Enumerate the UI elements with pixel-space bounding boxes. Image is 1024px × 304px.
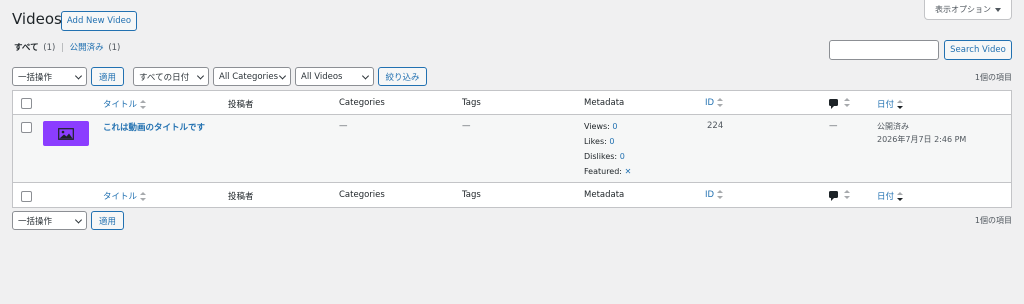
meta-likes-label: Likes: bbox=[584, 137, 607, 146]
chevron-down-icon bbox=[74, 71, 83, 80]
row-comments: — bbox=[829, 121, 838, 131]
search-input[interactable] bbox=[829, 40, 939, 60]
chevron-down-icon bbox=[74, 215, 83, 224]
page-title: Videos bbox=[12, 10, 62, 28]
table-row: これは動画のタイトルです — — Views: 0 Likes: 0 Disli… bbox=[13, 115, 1011, 183]
row-checkbox[interactable] bbox=[21, 122, 32, 133]
column-date-footer[interactable]: 日付 bbox=[877, 190, 904, 202]
apply-button-top[interactable]: 適用 bbox=[91, 67, 124, 86]
row-categories: — bbox=[339, 121, 348, 131]
videos-table: タイトル 投稿者 Categories Tags Metadata ID 日付 … bbox=[12, 90, 1012, 208]
meta-views-value: 0 bbox=[612, 122, 618, 131]
date-filter-value: すべての日付 bbox=[139, 72, 190, 83]
caret-down-icon bbox=[995, 7, 1001, 12]
column-metadata-header: Metadata bbox=[584, 98, 625, 108]
column-id-header[interactable]: ID bbox=[705, 98, 724, 108]
table-footer: タイトル 投稿者 Categories Tags Metadata ID 日付 bbox=[13, 184, 1011, 208]
row-status: 公開済み bbox=[877, 122, 909, 131]
video-filter-select[interactable]: All Videos bbox=[295, 67, 374, 86]
column-categories-footer: Categories bbox=[339, 190, 385, 200]
column-title-label[interactable]: タイトル bbox=[103, 192, 137, 202]
column-title-footer[interactable]: タイトル bbox=[103, 190, 147, 202]
sort-icon bbox=[897, 100, 904, 109]
sort-icon bbox=[844, 98, 850, 107]
chevron-down-icon bbox=[361, 71, 370, 80]
meta-views-label: Views: bbox=[584, 122, 610, 131]
category-filter-select[interactable]: All Categories bbox=[213, 67, 291, 86]
sort-icon bbox=[140, 100, 147, 109]
bulk-action-value: 一括操作 bbox=[18, 72, 53, 83]
chevron-down-icon bbox=[278, 71, 287, 80]
meta-featured-label: Featured: bbox=[584, 167, 623, 176]
row-date: 2026年7月7日 2:46 PM bbox=[877, 135, 967, 144]
column-tags-header: Tags bbox=[462, 98, 481, 108]
column-date-label[interactable]: 日付 bbox=[877, 192, 894, 202]
item-count-top: 1個の項目 bbox=[974, 73, 1012, 82]
meta-views: Views: 0 bbox=[584, 122, 618, 131]
row-tags: — bbox=[462, 121, 471, 131]
filter-button[interactable]: 絞り込み bbox=[378, 67, 427, 86]
bulk-action-select-bottom[interactable]: 一括操作 bbox=[12, 211, 87, 230]
filter-published-count: (1) bbox=[108, 43, 121, 53]
video-title-link[interactable]: これは動画のタイトルです bbox=[103, 121, 205, 133]
category-filter-value: All Categories bbox=[219, 71, 279, 82]
column-author-header: 投稿者 bbox=[228, 100, 254, 110]
filter-all[interactable]: すべて bbox=[14, 43, 39, 53]
status-filters: すべて (1) | 公開済み (1) bbox=[14, 41, 120, 53]
image-icon bbox=[58, 127, 74, 140]
column-author-footer: 投稿者 bbox=[228, 192, 254, 202]
date-filter-select[interactable]: すべての日付 bbox=[133, 67, 209, 86]
column-title-header[interactable]: タイトル bbox=[103, 98, 147, 110]
sort-icon bbox=[717, 190, 724, 199]
bulk-action-select-top[interactable]: 一括操作 bbox=[12, 67, 87, 86]
apply-button-bottom[interactable]: 適用 bbox=[91, 211, 124, 230]
filter-all-count: (1) bbox=[43, 43, 56, 53]
item-count-bottom: 1個の項目 bbox=[974, 216, 1012, 225]
select-all-checkbox-bottom[interactable] bbox=[21, 191, 32, 202]
meta-likes: Likes: 0 bbox=[584, 137, 614, 146]
filter-published[interactable]: 公開済み bbox=[70, 43, 104, 53]
video-thumbnail[interactable] bbox=[43, 121, 89, 146]
meta-dislikes-label: Dislikes: bbox=[584, 152, 618, 161]
meta-featured: Featured: ✕ bbox=[584, 167, 631, 176]
sort-icon bbox=[844, 190, 850, 199]
column-id-label[interactable]: ID bbox=[705, 190, 714, 200]
screen-options-label: 表示オプション bbox=[935, 5, 991, 14]
column-date-header[interactable]: 日付 bbox=[877, 98, 904, 110]
column-title-label[interactable]: タイトル bbox=[103, 100, 137, 110]
meta-dislikes-value: 0 bbox=[619, 152, 625, 161]
row-id: 224 bbox=[707, 121, 724, 131]
column-comments-header[interactable] bbox=[829, 98, 850, 109]
table-header: タイトル 投稿者 Categories Tags Metadata ID 日付 bbox=[13, 91, 1011, 115]
sort-icon bbox=[140, 192, 147, 201]
comment-icon bbox=[829, 99, 838, 109]
column-id-footer[interactable]: ID bbox=[705, 190, 724, 200]
sort-icon bbox=[717, 98, 724, 107]
meta-dislikes: Dislikes: 0 bbox=[584, 152, 625, 161]
column-date-label[interactable]: 日付 bbox=[877, 100, 894, 110]
bulk-action-value: 一括操作 bbox=[18, 216, 53, 227]
featured-toggle[interactable]: ✕ bbox=[625, 167, 632, 176]
sort-icon bbox=[897, 192, 904, 201]
add-new-video-button[interactable]: Add New Video bbox=[61, 11, 137, 31]
select-all-checkbox[interactable] bbox=[21, 98, 32, 109]
filter-separator: | bbox=[61, 43, 64, 53]
chevron-down-icon bbox=[196, 71, 205, 80]
screen-options-button[interactable]: 表示オプション bbox=[924, 0, 1012, 20]
column-categories-header: Categories bbox=[339, 98, 385, 108]
column-id-label[interactable]: ID bbox=[705, 98, 714, 108]
column-metadata-footer: Metadata bbox=[584, 190, 625, 200]
comment-icon bbox=[829, 191, 838, 201]
column-tags-footer: Tags bbox=[462, 190, 481, 200]
video-filter-value: All Videos bbox=[301, 71, 343, 82]
meta-likes-value: 0 bbox=[609, 137, 615, 146]
search-video-button[interactable]: Search Video bbox=[944, 40, 1012, 60]
column-comments-footer[interactable] bbox=[829, 190, 850, 201]
